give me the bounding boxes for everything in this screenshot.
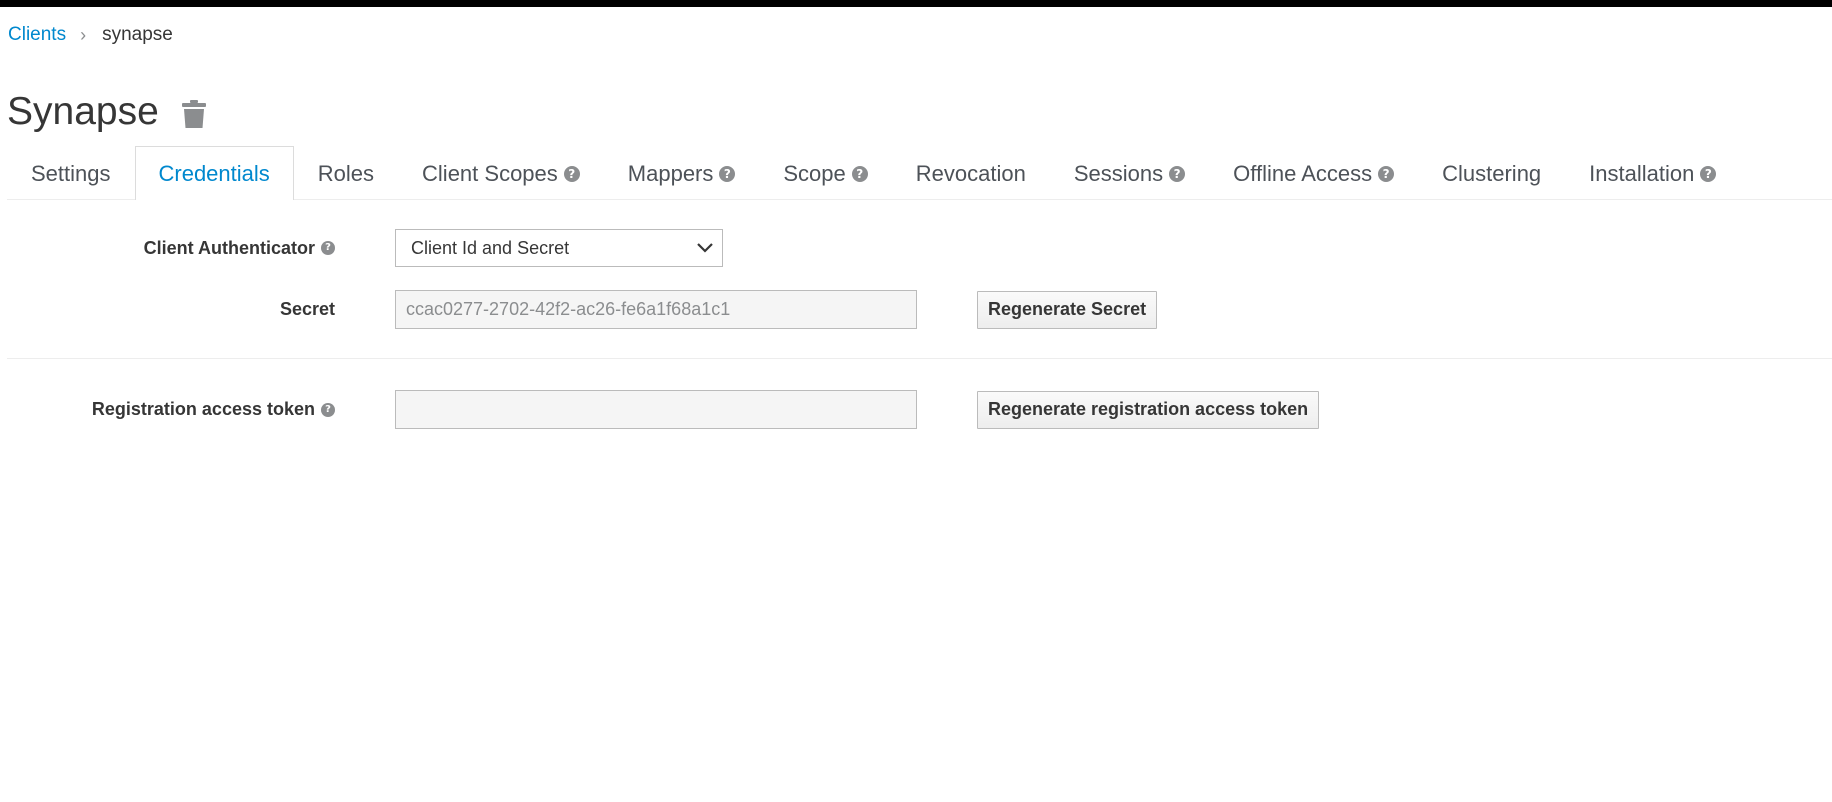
tab-sessions[interactable]: Sessions ? bbox=[1050, 147, 1209, 199]
client-authenticator-select[interactable]: Client Id and Secret bbox=[395, 229, 723, 267]
tab-settings[interactable]: Settings bbox=[7, 147, 135, 199]
tab-credentials[interactable]: Credentials bbox=[134, 146, 294, 200]
trash-icon[interactable] bbox=[181, 99, 207, 129]
breadcrumb-separator-icon: › bbox=[80, 25, 87, 45]
tab-label: Installation bbox=[1589, 160, 1695, 186]
tab-revocation[interactable]: Revocation bbox=[892, 147, 1050, 199]
tab-mappers[interactable]: Mappers ? bbox=[604, 147, 760, 199]
tab-offline-access[interactable]: Offline Access ? bbox=[1209, 147, 1418, 199]
secret-row: Secret ccac0277-2702-42f2-ac26-fe6a1f68a… bbox=[0, 290, 1832, 329]
client-authenticator-label-text: Client Authenticator bbox=[143, 237, 315, 258]
help-icon[interactable]: ? bbox=[1700, 165, 1717, 182]
secret-label: Secret bbox=[280, 299, 335, 320]
tab-scope[interactable]: Scope ? bbox=[759, 147, 891, 199]
secret-field[interactable]: ccac0277-2702-42f2-ac26-fe6a1f68a1c1 bbox=[395, 290, 917, 329]
tab-label: Scope bbox=[783, 160, 846, 186]
breadcrumb: Clients › synapse bbox=[8, 23, 173, 47]
help-icon[interactable]: ? bbox=[851, 165, 868, 182]
help-icon[interactable]: ? bbox=[1378, 165, 1395, 182]
client-authenticator-value: Client Id and Secret bbox=[411, 237, 570, 258]
breadcrumb-current: synapse bbox=[102, 24, 173, 45]
page-header: Synapse bbox=[7, 88, 207, 136]
tab-roles[interactable]: Roles bbox=[294, 147, 398, 199]
regenerate-secret-button[interactable]: Regenerate Secret bbox=[977, 290, 1158, 329]
tab-label: Sessions bbox=[1073, 160, 1164, 186]
page-title: Synapse bbox=[7, 90, 159, 133]
tab-label: Revocation bbox=[915, 160, 1026, 186]
registration-token-field[interactable] bbox=[395, 390, 917, 429]
tab-client-scopes[interactable]: Client Scopes ? bbox=[398, 147, 604, 199]
client-authenticator-label: Client Authenticator ? bbox=[144, 238, 335, 259]
registration-token-label: Registration access token ? bbox=[92, 399, 335, 420]
tab-label: Offline Access bbox=[1233, 160, 1373, 186]
registration-token-label-text: Registration access token bbox=[91, 399, 315, 419]
breadcrumb-clients-link[interactable]: Clients bbox=[8, 23, 66, 47]
tab-label: Credentials bbox=[158, 160, 270, 186]
secret-label-text: Secret bbox=[279, 299, 335, 319]
regenerate-registration-token-button[interactable]: Regenerate registration access token bbox=[977, 390, 1320, 429]
section-divider bbox=[7, 358, 1832, 359]
tab-clustering[interactable]: Clustering bbox=[1418, 147, 1565, 199]
tab-label: Mappers bbox=[627, 160, 714, 186]
help-icon[interactable]: ? bbox=[321, 241, 335, 255]
help-icon[interactable]: ? bbox=[321, 402, 335, 417]
help-icon[interactable]: ? bbox=[719, 165, 736, 182]
tab-installation[interactable]: Installation ? bbox=[1565, 147, 1740, 199]
tab-label: Client Scopes bbox=[422, 160, 558, 186]
help-icon[interactable]: ? bbox=[563, 165, 580, 182]
tab-label: Clustering bbox=[1442, 160, 1542, 186]
help-icon[interactable]: ? bbox=[1169, 165, 1186, 182]
registration-token-row: Registration access token ? Regenerate r… bbox=[0, 390, 1832, 429]
client-authenticator-row: Client Authenticator ? Client Id and Sec… bbox=[0, 229, 1832, 267]
chevron-down-icon bbox=[697, 243, 713, 253]
tab-label: Settings bbox=[31, 160, 111, 186]
tab-label: Roles bbox=[317, 160, 375, 186]
client-tabs: Settings Credentials Roles Client Scopes… bbox=[7, 146, 1832, 200]
top-bar bbox=[0, 0, 1832, 7]
